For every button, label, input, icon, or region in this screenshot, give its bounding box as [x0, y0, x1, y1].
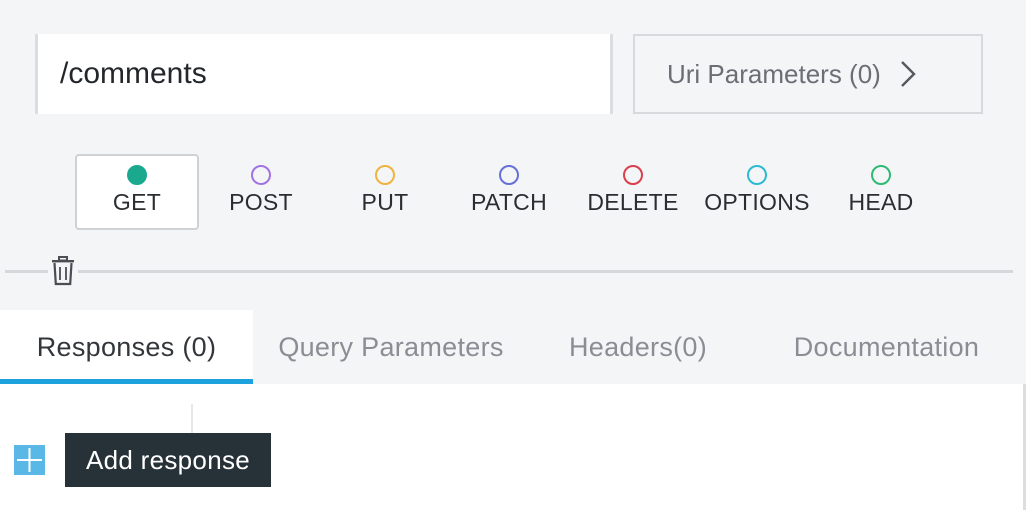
method-delete[interactable]: DELETE	[571, 154, 695, 230]
method-label: DELETE	[587, 189, 679, 215]
method-dot-icon	[623, 165, 643, 185]
tab-label: Responses (0)	[36, 331, 217, 362]
method-selector: GET POST PUT PATCH DELETE OPTIONS HEAD	[75, 154, 943, 230]
method-dot-icon	[871, 165, 891, 185]
tab-documentation[interactable]: Documentation	[747, 310, 1026, 384]
method-post[interactable]: POST	[199, 154, 323, 230]
tab-responses[interactable]: Responses (0)	[0, 310, 253, 384]
tab-label: Query Parameters	[278, 331, 504, 362]
method-dot-icon	[747, 165, 767, 185]
method-label: GET	[112, 189, 162, 215]
method-put[interactable]: PUT	[323, 154, 447, 230]
method-label: POST	[229, 189, 293, 215]
tab-query-parameters[interactable]: Query Parameters	[253, 310, 529, 384]
method-head[interactable]: HEAD	[819, 154, 943, 230]
method-label: HEAD	[848, 189, 914, 215]
section-divider	[5, 270, 1013, 273]
uri-parameters-button[interactable]: Uri Parameters (0)	[633, 34, 983, 114]
chevron-right-icon	[893, 59, 923, 89]
add-response-button[interactable]	[14, 445, 45, 475]
method-dot-icon	[127, 165, 147, 185]
method-options[interactable]: OPTIONS	[695, 154, 819, 230]
responses-panel: Add response	[0, 384, 1026, 510]
uri-parameters-label: Uri Parameters (0)	[667, 58, 881, 89]
method-patch[interactable]: PATCH	[447, 154, 571, 230]
method-dot-icon	[499, 165, 519, 185]
resource-path-field	[35, 34, 613, 114]
add-response-tooltip: Add response	[65, 433, 271, 487]
plus-icon	[17, 448, 42, 472]
method-tabs: Responses (0) Query Parameters Headers(0…	[0, 310, 1026, 384]
resource-path-input[interactable]	[38, 34, 610, 114]
method-label: PUT	[361, 189, 409, 215]
method-label: PATCH	[470, 189, 548, 215]
trash-icon[interactable]	[48, 254, 78, 288]
tab-label: Documentation	[793, 331, 980, 362]
method-label: OPTIONS	[704, 189, 810, 215]
tab-label: Headers(0)	[568, 331, 708, 362]
tooltip-text: Add response	[85, 444, 251, 475]
method-get[interactable]: GET	[75, 154, 199, 230]
tab-headers[interactable]: Headers(0)	[529, 310, 747, 384]
method-dot-icon	[251, 165, 271, 185]
method-dot-icon	[375, 165, 395, 185]
